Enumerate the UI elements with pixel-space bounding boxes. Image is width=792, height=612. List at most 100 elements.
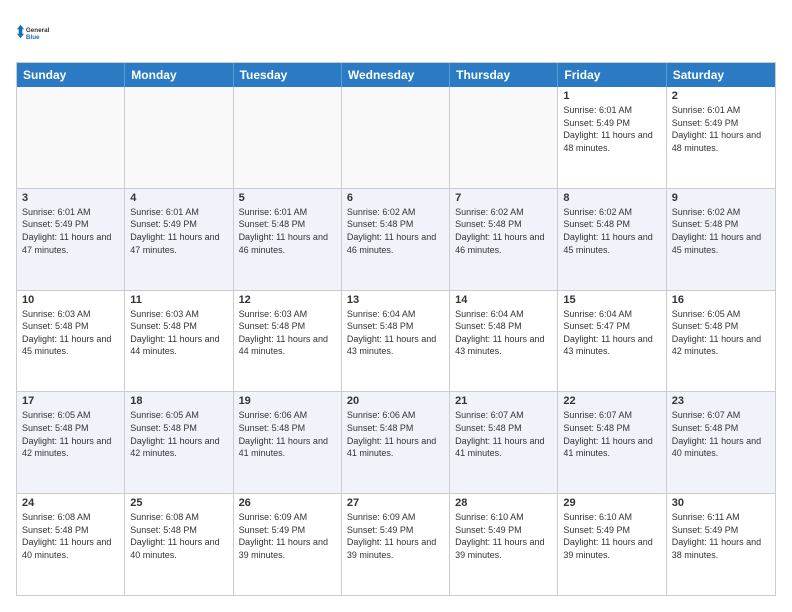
calendar-cell-24: 24 Sunrise: 6:08 AM Sunset: 5:48 PM Dayli… <box>17 494 125 595</box>
day-info: Sunrise: 6:01 AM Sunset: 5:48 PM Dayligh… <box>239 206 336 256</box>
day-number: 18 <box>130 395 227 407</box>
day-info: Sunrise: 6:01 AM Sunset: 5:49 PM Dayligh… <box>563 104 660 154</box>
day-number: 2 <box>672 90 770 102</box>
day-number: 27 <box>347 497 444 509</box>
header: GeneralBlue <box>16 16 776 52</box>
day-info: Sunrise: 6:05 AM Sunset: 5:48 PM Dayligh… <box>130 409 227 459</box>
day-info: Sunrise: 6:09 AM Sunset: 5:49 PM Dayligh… <box>239 511 336 561</box>
calendar-cell-2: 2 Sunrise: 6:01 AM Sunset: 5:49 PM Daylig… <box>667 87 775 188</box>
day-number: 30 <box>672 497 770 509</box>
day-number: 22 <box>563 395 660 407</box>
svg-text:Blue: Blue <box>26 34 40 41</box>
day-number: 6 <box>347 192 444 204</box>
day-info: Sunrise: 6:09 AM Sunset: 5:49 PM Dayligh… <box>347 511 444 561</box>
day-info: Sunrise: 6:04 AM Sunset: 5:47 PM Dayligh… <box>563 308 660 358</box>
calendar-cell-20: 20Sunrise: 6:06 AM Sunset: 5:48 PM Dayli… <box>342 392 450 493</box>
day-number: 17 <box>22 395 119 407</box>
day-number: 9 <box>672 192 770 204</box>
day-number: 16 <box>672 294 770 306</box>
day-number: 3 <box>22 192 119 204</box>
calendar-cell-28: 28 Sunrise: 6:10 AM Sunset: 5:49 PM Dayli… <box>450 494 558 595</box>
calendar-cell-4: 4 Sunrise: 6:01 AM Sunset: 5:49 PM Daylig… <box>125 189 233 290</box>
calendar-cell-10: 10Sunrise: 6:03 AM Sunset: 5:48 PM Dayli… <box>17 291 125 392</box>
calendar-cell-5: 5Sunrise: 6:01 AM Sunset: 5:48 PM Daylig… <box>234 189 342 290</box>
calendar-cell-12: 12Sunrise: 6:03 AM Sunset: 5:48 PM Dayli… <box>234 291 342 392</box>
day-number: 7 <box>455 192 552 204</box>
day-number: 13 <box>347 294 444 306</box>
calendar-cell-8: 8 Sunrise: 6:02 AM Sunset: 5:48 PM Daylig… <box>558 189 666 290</box>
calendar-cell-26: 26 Sunrise: 6:09 AM Sunset: 5:49 PM Dayli… <box>234 494 342 595</box>
day-info: Sunrise: 6:01 AM Sunset: 5:49 PM Dayligh… <box>130 206 227 256</box>
day-info: Sunrise: 6:10 AM Sunset: 5:49 PM Dayligh… <box>563 511 660 561</box>
day-number: 10 <box>22 294 119 306</box>
day-info: Sunrise: 6:06 AM Sunset: 5:48 PM Dayligh… <box>347 409 444 459</box>
calendar-body: 1Sunrise: 6:01 AM Sunset: 5:49 PM Daylig… <box>17 87 775 595</box>
day-info: Sunrise: 6:02 AM Sunset: 5:48 PM Dayligh… <box>347 206 444 256</box>
logo-icon: GeneralBlue <box>16 16 52 52</box>
day-number: 25 <box>130 497 227 509</box>
day-info: Sunrise: 6:02 AM Sunset: 5:48 PM Dayligh… <box>672 206 770 256</box>
day-info: Sunrise: 6:01 AM Sunset: 5:49 PM Dayligh… <box>22 206 119 256</box>
calendar-cell-empty <box>342 87 450 188</box>
calendar-row-4: 24 Sunrise: 6:08 AM Sunset: 5:48 PM Dayli… <box>17 493 775 595</box>
logo: GeneralBlue <box>16 16 52 52</box>
day-info: Sunrise: 6:08 AM Sunset: 5:48 PM Dayligh… <box>22 511 119 561</box>
day-info: Sunrise: 6:04 AM Sunset: 5:48 PM Dayligh… <box>455 308 552 358</box>
day-number: 14 <box>455 294 552 306</box>
calendar-cell-23: 23Sunrise: 6:07 AM Sunset: 5:48 PM Dayli… <box>667 392 775 493</box>
calendar-cell-19: 19Sunrise: 6:06 AM Sunset: 5:48 PM Dayli… <box>234 392 342 493</box>
calendar-cell-18: 18 Sunrise: 6:05 AM Sunset: 5:48 PM Dayli… <box>125 392 233 493</box>
calendar-row-0: 1Sunrise: 6:01 AM Sunset: 5:49 PM Daylig… <box>17 87 775 188</box>
day-info: Sunrise: 6:02 AM Sunset: 5:48 PM Dayligh… <box>563 206 660 256</box>
day-number: 19 <box>239 395 336 407</box>
calendar-cell-empty <box>234 87 342 188</box>
calendar-cell-17: 17 Sunrise: 6:05 AM Sunset: 5:48 PM Dayli… <box>17 392 125 493</box>
calendar-cell-7: 7 Sunrise: 6:02 AM Sunset: 5:48 PM Daylig… <box>450 189 558 290</box>
calendar-row-2: 10 Sunrise: 6:03 AM Sunset: 5:48 PM Dayli… <box>17 290 775 392</box>
page: GeneralBlue SundayMondayTuesdayWednesday… <box>0 0 792 612</box>
calendar: SundayMondayTuesdayWednesdayThursdayFrid… <box>16 62 776 596</box>
day-number: 28 <box>455 497 552 509</box>
calendar-cell-22: 22 Sunrise: 6:07 AM Sunset: 5:48 PM Dayli… <box>558 392 666 493</box>
calendar-row-1: 3 Sunrise: 6:01 AM Sunset: 5:49 PM Daylig… <box>17 188 775 290</box>
calendar-cell-11: 11Sunrise: 6:03 AM Sunset: 5:48 PM Dayli… <box>125 291 233 392</box>
day-number: 21 <box>455 395 552 407</box>
calendar-cell-16: 16 Sunrise: 6:05 AM Sunset: 5:48 PM Dayli… <box>667 291 775 392</box>
day-info: Sunrise: 6:07 AM Sunset: 5:48 PM Dayligh… <box>455 409 552 459</box>
day-number: 4 <box>130 192 227 204</box>
day-info: Sunrise: 6:07 AM Sunset: 5:48 PM Dayligh… <box>563 409 660 459</box>
calendar-cell-empty <box>17 87 125 188</box>
header-day-wednesday: Wednesday <box>342 63 450 87</box>
header-day-monday: Monday <box>125 63 233 87</box>
day-info: Sunrise: 6:05 AM Sunset: 5:48 PM Dayligh… <box>672 308 770 358</box>
calendar-cell-27: 27 Sunrise: 6:09 AM Sunset: 5:49 PM Dayli… <box>342 494 450 595</box>
calendar-cell-25: 25 Sunrise: 6:08 AM Sunset: 5:48 PM Dayli… <box>125 494 233 595</box>
header-day-friday: Friday <box>558 63 666 87</box>
day-info: Sunrise: 6:03 AM Sunset: 5:48 PM Dayligh… <box>130 308 227 358</box>
calendar-cell-15: 15 Sunrise: 6:04 AM Sunset: 5:47 PM Dayli… <box>558 291 666 392</box>
calendar-cell-6: 6 Sunrise: 6:02 AM Sunset: 5:48 PM Daylig… <box>342 189 450 290</box>
header-day-thursday: Thursday <box>450 63 558 87</box>
calendar-cell-empty <box>450 87 558 188</box>
day-number: 23 <box>672 395 770 407</box>
day-number: 8 <box>563 192 660 204</box>
svg-text:General: General <box>26 27 50 34</box>
day-number: 29 <box>563 497 660 509</box>
day-number: 15 <box>563 294 660 306</box>
calendar-header: SundayMondayTuesdayWednesdayThursdayFrid… <box>17 63 775 87</box>
day-info: Sunrise: 6:08 AM Sunset: 5:48 PM Dayligh… <box>130 511 227 561</box>
day-number: 26 <box>239 497 336 509</box>
calendar-cell-30: 30Sunrise: 6:11 AM Sunset: 5:49 PM Dayli… <box>667 494 775 595</box>
header-day-saturday: Saturday <box>667 63 775 87</box>
calendar-cell-14: 14 Sunrise: 6:04 AM Sunset: 5:48 PM Dayli… <box>450 291 558 392</box>
day-number: 24 <box>22 497 119 509</box>
day-info: Sunrise: 6:05 AM Sunset: 5:48 PM Dayligh… <box>22 409 119 459</box>
day-info: Sunrise: 6:01 AM Sunset: 5:49 PM Dayligh… <box>672 104 770 154</box>
calendar-cell-empty <box>125 87 233 188</box>
header-day-tuesday: Tuesday <box>234 63 342 87</box>
calendar-cell-9: 9 Sunrise: 6:02 AM Sunset: 5:48 PM Daylig… <box>667 189 775 290</box>
day-info: Sunrise: 6:10 AM Sunset: 5:49 PM Dayligh… <box>455 511 552 561</box>
calendar-cell-1: 1Sunrise: 6:01 AM Sunset: 5:49 PM Daylig… <box>558 87 666 188</box>
day-info: Sunrise: 6:02 AM Sunset: 5:48 PM Dayligh… <box>455 206 552 256</box>
calendar-row-3: 17 Sunrise: 6:05 AM Sunset: 5:48 PM Dayli… <box>17 391 775 493</box>
